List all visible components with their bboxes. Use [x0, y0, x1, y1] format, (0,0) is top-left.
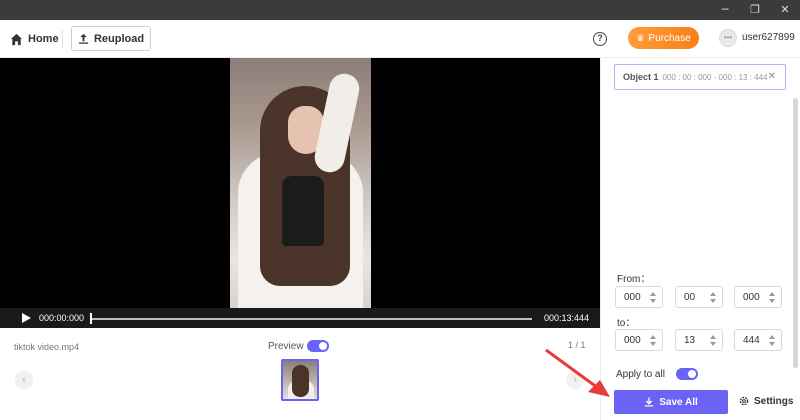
- stepper-arrows-icon[interactable]: [769, 291, 775, 304]
- video-player[interactable]: 000:00:000 000:13:444: [0, 58, 600, 328]
- to-ms-stepper[interactable]: 444: [734, 329, 782, 351]
- to-seconds-value: 13: [684, 335, 696, 346]
- purchase-button[interactable]: ♛ Purchase: [628, 27, 699, 49]
- from-minutes-stepper[interactable]: 000: [615, 286, 663, 308]
- restore-button[interactable]: ❐: [740, 0, 770, 20]
- current-time: 000:00:000: [39, 313, 85, 323]
- to-minutes-stepper[interactable]: 000: [615, 329, 663, 351]
- close-icon[interactable]: ✕: [768, 71, 776, 82]
- seek-track[interactable]: [92, 318, 532, 320]
- apply-all-toggle[interactable]: [676, 368, 698, 380]
- settings-button[interactable]: Settings: [738, 395, 793, 407]
- from-minutes-value: 000: [624, 292, 641, 303]
- avatar[interactable]: •••: [719, 29, 737, 47]
- page-indicator: 1 / 1: [568, 340, 586, 350]
- minimize-button[interactable]: ─: [710, 0, 740, 20]
- download-icon: [645, 397, 654, 407]
- home-label: Home: [28, 33, 59, 45]
- stepper-arrows-icon[interactable]: [650, 334, 656, 347]
- header-divider: [62, 30, 63, 48]
- settings-label: Settings: [754, 395, 794, 407]
- save-all-button[interactable]: Save All: [614, 390, 728, 414]
- to-minutes-value: 000: [624, 335, 641, 346]
- gear-icon: [739, 396, 749, 406]
- frame-top: [282, 176, 324, 246]
- thumb-hair: [292, 365, 309, 397]
- panel-scrollbar[interactable]: [793, 98, 798, 368]
- to-seconds-stepper[interactable]: 13: [675, 329, 723, 351]
- save-all-label: Save All: [659, 396, 698, 408]
- header-bar: Home Reupload ? ♛ Purchase ••• user62789…: [0, 20, 800, 58]
- player-controls: 000:00:000 000:13:444: [0, 308, 600, 328]
- from-label: From：: [617, 274, 651, 285]
- reupload-button[interactable]: Reupload: [71, 26, 151, 51]
- purchase-label: Purchase: [648, 32, 691, 44]
- crown-icon: ♛: [636, 32, 645, 43]
- stepper-arrows-icon[interactable]: [650, 291, 656, 304]
- object-name: Object 1: [623, 72, 659, 82]
- home-button[interactable]: Home: [10, 30, 59, 48]
- object-range: 000 : 00 : 000 - 000 : 13 : 444: [662, 72, 768, 82]
- apply-all-label: Apply to all: [616, 369, 665, 380]
- object-item[interactable]: Object 1 000 : 00 : 000 - 000 : 13 : 444…: [614, 64, 786, 90]
- play-icon[interactable]: [22, 313, 31, 323]
- prev-button[interactable]: ‹: [15, 371, 33, 389]
- object-panel: [600, 58, 800, 420]
- from-ms-value: 000: [743, 292, 760, 303]
- stepper-arrows-icon[interactable]: [710, 334, 716, 347]
- close-window-button[interactable]: ✕: [770, 0, 800, 20]
- home-icon: [10, 33, 23, 45]
- preview-label: Preview: [268, 341, 304, 352]
- video-frame: [230, 58, 371, 308]
- from-seconds-stepper[interactable]: 00: [675, 286, 723, 308]
- stepper-arrows-icon[interactable]: [769, 334, 775, 347]
- to-ms-value: 444: [743, 335, 760, 346]
- video-thumbnail[interactable]: [281, 359, 319, 401]
- from-ms-stepper[interactable]: 000: [734, 286, 782, 308]
- file-name: tiktok video.mp4: [14, 342, 80, 352]
- from-seconds-value: 00: [684, 292, 696, 303]
- help-icon[interactable]: ?: [593, 32, 607, 46]
- to-label: to：: [617, 318, 636, 329]
- stepper-arrows-icon[interactable]: [710, 291, 716, 304]
- username[interactable]: user627899: [742, 32, 795, 43]
- seek-handle[interactable]: [90, 313, 92, 324]
- upload-icon: [78, 33, 89, 44]
- preview-toggle[interactable]: [307, 340, 329, 352]
- app-window: ─ ❐ ✕ Home Reupload ? ♛ Purchase ••• use…: [0, 0, 800, 420]
- next-button[interactable]: ›: [566, 371, 584, 389]
- reupload-label: Reupload: [93, 32, 145, 45]
- title-bar: ─ ❐ ✕: [0, 0, 800, 20]
- end-time: 000:13:444: [544, 313, 590, 323]
